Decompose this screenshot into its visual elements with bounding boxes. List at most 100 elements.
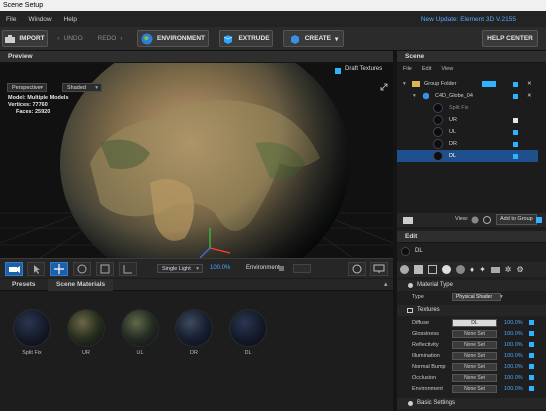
delete-icon[interactable]: ✕ (527, 78, 532, 90)
expand-arrow-icon[interactable]: ▾ (403, 78, 406, 90)
deform-icon[interactable] (456, 265, 465, 274)
scene-item-material-selected[interactable]: DL (397, 150, 538, 162)
grid-icon[interactable] (490, 266, 500, 273)
menu-bar: File Window Help New Update: Element 3D … (0, 11, 546, 27)
visibility-toggle[interactable] (513, 142, 518, 147)
texture-slot[interactable]: DL (452, 319, 497, 327)
bevel-icon[interactable] (442, 265, 451, 274)
material-type-section[interactable]: Material Type (397, 280, 546, 291)
texture-icon[interactable] (414, 265, 423, 274)
scene-item-material[interactable]: UL (397, 126, 538, 138)
texture-slot[interactable]: None Set (452, 385, 497, 393)
visibility-toggle[interactable] (513, 130, 518, 135)
monitor-button[interactable] (370, 262, 388, 276)
tab-presets[interactable]: Presets (4, 279, 44, 291)
texture-checkbox[interactable] (529, 320, 534, 325)
scene-item-model[interactable]: ▾ C4D_Globe_04 ✕ (397, 90, 538, 102)
material-ball-ur[interactable] (67, 309, 105, 347)
texture-checkbox[interactable] (529, 353, 534, 358)
delete-icon[interactable]: ✕ (527, 90, 532, 102)
gear-icon[interactable]: ⚙ (517, 265, 524, 274)
texture-pct[interactable]: 100.0% (504, 340, 523, 350)
texture-checkbox[interactable] (529, 375, 534, 380)
scene-footer-checkbox[interactable] (536, 217, 542, 223)
help-center-button[interactable]: HELP CENTER (482, 30, 538, 47)
snap-tool-button[interactable] (119, 262, 137, 276)
scene-menu-view[interactable]: View (441, 64, 453, 75)
add-to-group-button[interactable]: Add to Group (496, 214, 537, 225)
move-tool-button[interactable] (50, 262, 68, 276)
undo-button[interactable]: ‹ UNDO (52, 30, 88, 47)
light-percent[interactable]: 100.0% (210, 265, 230, 271)
update-notice[interactable]: New Update: Element 3D V.2155 (421, 16, 516, 23)
folder-open-icon[interactable] (403, 216, 413, 224)
texture-pct[interactable]: 100.0% (504, 318, 523, 328)
textures-section[interactable]: Textures (397, 305, 546, 316)
create-button[interactable]: CREATE ▾ (283, 30, 344, 47)
texture-checkbox[interactable] (529, 386, 534, 391)
menu-help[interactable]: Help (58, 16, 83, 23)
render-settings-button[interactable] (348, 262, 366, 276)
scale-tool-button[interactable] (96, 262, 114, 276)
camera-tool-button[interactable] (5, 262, 23, 276)
visibility-toggle[interactable] (513, 118, 518, 123)
extrude-button[interactable]: EXTRUDE (219, 30, 273, 47)
panel-splitter[interactable] (393, 51, 397, 411)
material-sphere-icon[interactable] (400, 265, 409, 274)
material-ball-ul[interactable] (121, 309, 159, 347)
material-ball-split-fix[interactable] (13, 309, 51, 347)
select-tool-button[interactable] (27, 262, 45, 276)
menu-file[interactable]: File (0, 16, 22, 23)
import-button[interactable]: IMPORT (2, 30, 48, 47)
chevron-up-icon[interactable]: ▴ (384, 280, 388, 288)
tab-scene-materials[interactable]: Scene Materials (48, 279, 114, 291)
texture-slot[interactable]: None Set (452, 352, 497, 360)
texture-pct[interactable]: 100.0% (504, 351, 523, 361)
environment-button[interactable]: ENVIRONMENT (137, 30, 209, 47)
rotate-tool-button[interactable] (73, 262, 91, 276)
scene-item-material[interactable]: UR (397, 114, 538, 126)
camera-dropdown[interactable]: Perspective (7, 83, 47, 92)
draft-textures-checkbox[interactable] (335, 68, 341, 74)
material-ball-dr[interactable] (175, 309, 213, 347)
texture-slot[interactable]: None Set (452, 330, 497, 338)
texture-slot[interactable]: None Set (452, 374, 497, 382)
scene-item-material[interactable]: DR (397, 138, 538, 150)
redo-button[interactable]: REDO › (92, 30, 128, 47)
environment-checkbox[interactable] (279, 266, 284, 271)
shading-dropdown[interactable]: Shaded (62, 83, 102, 92)
texture-checkbox[interactable] (529, 331, 534, 336)
particle-icon[interactable]: ✦ (479, 265, 486, 274)
group-color-swatch[interactable] (482, 81, 496, 87)
scene-item-group-folder[interactable]: ▾ Group Folder ✕ (397, 78, 538, 90)
fx-icon[interactable]: ✲ (505, 265, 512, 274)
basic-settings-section[interactable]: Basic Settings (397, 398, 546, 409)
visibility-toggle[interactable] (513, 82, 518, 87)
texture-pct[interactable]: 100.0% (504, 362, 523, 372)
texture-pct[interactable]: 100.0% (504, 329, 523, 339)
texture-slot[interactable]: None Set (452, 363, 497, 371)
view-mode-icon[interactable] (471, 216, 479, 224)
texture-checkbox[interactable] (529, 364, 534, 369)
texture-pct[interactable]: 100.0% (504, 384, 523, 394)
light-mode-dropdown[interactable]: Single Light (157, 264, 203, 273)
environment-slot[interactable] (293, 264, 311, 273)
texture-checkbox[interactable] (529, 342, 534, 347)
scene-menu-edit[interactable]: Edit (422, 64, 431, 75)
visibility-toggle[interactable] (513, 94, 518, 99)
uv-icon[interactable] (428, 265, 437, 274)
material-ball-dl[interactable] (229, 309, 267, 347)
type-dropdown[interactable]: Physical Shader (452, 293, 502, 301)
scene-item-material[interactable]: Split Fix (397, 102, 538, 114)
visibility-icon[interactable] (483, 216, 491, 224)
chevron-down-icon[interactable]: ▾ (500, 292, 503, 302)
visibility-toggle[interactable] (513, 154, 518, 159)
fullscreen-icon[interactable] (380, 83, 388, 91)
texture-slot[interactable]: None Set (452, 341, 497, 349)
scene-menu-file[interactable]: File (403, 64, 412, 75)
texture-pct[interactable]: 100.0% (504, 373, 523, 383)
menu-window[interactable]: Window (22, 16, 57, 23)
light-bulb-icon[interactable]: ♦ (470, 265, 474, 274)
expand-arrow-icon[interactable]: ▾ (413, 90, 416, 102)
preview-viewport[interactable]: Perspective Shaded Model: Multiple Model… (0, 63, 393, 258)
